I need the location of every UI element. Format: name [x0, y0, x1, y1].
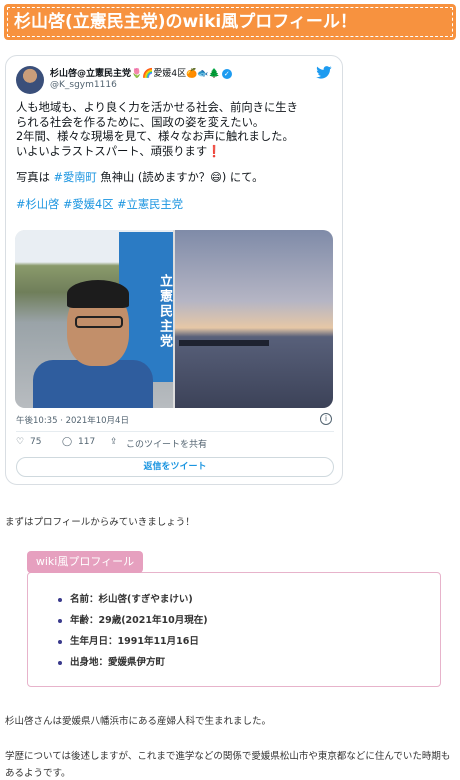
person-glasses: [75, 316, 123, 328]
reply-count[interactable]: 117: [78, 437, 95, 447]
profile-list: 名前：杉山啓(すぎやまけい) 年齢：29歳(2021年10月現在) 生年月日：1…: [58, 593, 208, 677]
author-name-emoji: 🌷🌈愛媛4区🍊🐟🌲: [131, 69, 220, 79]
tweet-text: 人も地域も、より良く力を活かせる社会、前向きに生き られる社会を作るために、国政…: [16, 101, 334, 212]
tweet-author-name[interactable]: 杉山啓@立憲民主党🌷🌈愛媛4区🍊🐟🌲 ✓: [50, 66, 250, 79]
info-icon[interactable]: i: [320, 413, 332, 425]
tweet-line: られる社会を作るために、国政の姿を変えたい。: [16, 115, 265, 129]
tweet-header: 杉山啓@立憲民主党🌷🌈愛媛4区🍊🐟🌲 ✓ @K_sgym1116: [16, 66, 332, 96]
profile-box: 名前：杉山啓(すぎやまけい) 年齢：29歳(2021年10月現在) 生年月日：1…: [27, 572, 441, 687]
person-shirt: [33, 360, 153, 408]
author-name-text[interactable]: 杉山啓@立憲民主党: [50, 69, 131, 79]
reply-icon[interactable]: ◯: [62, 437, 72, 447]
hashtag-link[interactable]: #立憲民主党: [117, 198, 183, 211]
tweet-line: 2年間、様々な現場を見て、様々なお声に触れました。: [16, 130, 294, 143]
reply-tweet-button[interactable]: 返信をツイート: [16, 457, 334, 477]
tweet-photos[interactable]: 立憲民主党: [15, 230, 333, 408]
birth-paragraph: 杉山啓さんは愛媛県八幡浜市にある産婦人科で生まれました。: [5, 716, 272, 727]
exclamation-icon: ❗: [207, 144, 222, 158]
avatar[interactable]: [16, 66, 44, 94]
seaside-photo[interactable]: [175, 230, 333, 408]
tweet-handle[interactable]: @K_sgym1116: [50, 80, 117, 90]
tweet-line: 人も地域も、より良く力を活かせる社会、前向きに生き: [16, 101, 298, 114]
like-icon[interactable]: ♡: [16, 437, 24, 447]
education-paragraph: 学歴については後述しますが、これまで進学などの関係で愛媛県松山市や東京都などに住…: [5, 751, 451, 779]
tweet-divider: [16, 431, 334, 432]
share-label[interactable]: このツイートを共有: [126, 437, 207, 450]
profile-label: wiki風プロフィール: [27, 551, 143, 573]
verified-icon: ✓: [221, 68, 232, 79]
embedded-tweet[interactable]: 杉山啓@立憲民主党🌷🌈愛媛4区🍊🐟🌲 ✓ @K_sgym1116 人も地域も、より…: [5, 55, 343, 485]
share-icon[interactable]: ⇪: [110, 437, 118, 447]
article-title-bar: 杉山啓(立憲民主党)のwiki風プロフィール！: [4, 4, 456, 40]
selfie-photo[interactable]: 立憲民主党: [15, 230, 173, 408]
article-title: 杉山啓(立憲民主党)のwiki風プロフィール！: [14, 12, 357, 32]
profile-item-age: 年齢：29歳(2021年10月現在): [58, 614, 208, 635]
tweet-timestamp[interactable]: 午後10:35 · 2021年10月4日: [16, 414, 129, 426]
profile-item-hometown: 出身地：愛媛県伊方町: [58, 656, 208, 677]
person-hair: [67, 280, 129, 308]
hashtag-link[interactable]: #愛南町: [53, 171, 96, 184]
tweet-hashtags: #杉山啓 #愛媛4区 #立憲民主党: [16, 198, 334, 213]
tweet-line: いよいよラストスパート、頑張ります❗: [16, 145, 334, 160]
tweet-photo-caption: 写真は #愛南町 魚神山 (読めますか？😄) にて。: [16, 171, 334, 186]
tweet-actions: ♡ 75 ◯ 117 ⇪ このツイートを共有: [16, 437, 334, 451]
caption-suffix: 魚神山 (読めますか？😄) にて。: [96, 171, 264, 184]
hashtag-link[interactable]: #杉山啓: [16, 198, 59, 211]
intro-text: まずはプロフィールからみていきましょう！: [5, 517, 195, 528]
pier-silhouette: [179, 340, 269, 346]
profile-item-name: 名前：杉山啓(すぎやまけい): [58, 593, 208, 614]
profile-item-birthday: 生年月日：1991年11月16日: [58, 635, 208, 656]
twitter-bird-icon[interactable]: [316, 66, 332, 80]
tweet-line-text: いよいよラストスパート、頑張ります: [16, 144, 208, 158]
caption-prefix: 写真は: [16, 171, 54, 184]
like-count[interactable]: 75: [30, 437, 41, 447]
hashtag-link[interactable]: #愛媛4区: [63, 198, 114, 211]
